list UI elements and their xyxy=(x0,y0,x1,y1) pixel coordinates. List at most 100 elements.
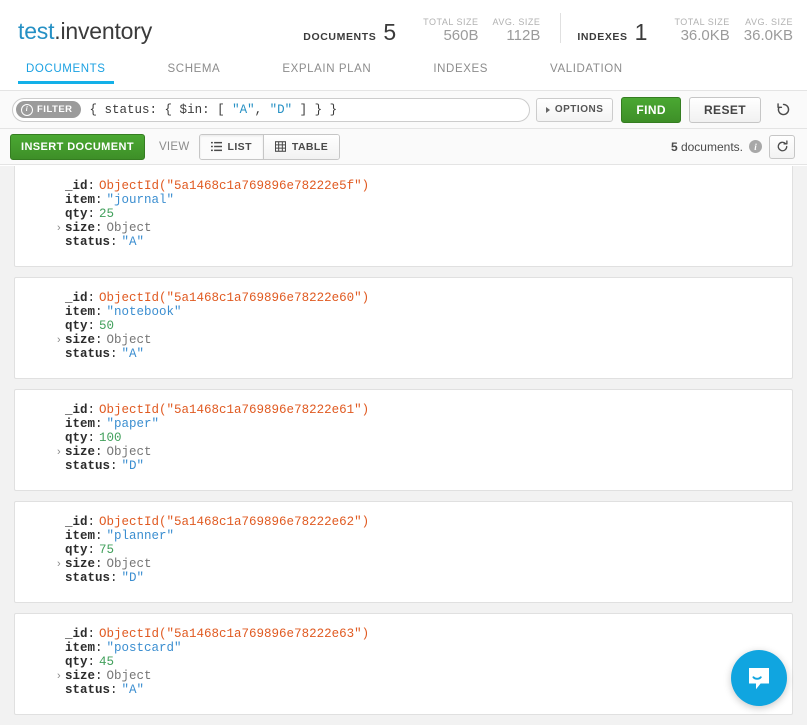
document-field: _id:ObjectId("5a1468c1a769896e78222e5f") xyxy=(15,179,792,193)
tab-documents[interactable]: DOCUMENTS xyxy=(26,63,106,83)
document-card[interactable]: _id:ObjectId("5a1468c1a769896e78222e61")… xyxy=(14,389,793,491)
chevron-right-icon[interactable]: › xyxy=(57,446,61,458)
document-field: status:"A" xyxy=(15,235,792,249)
document-field: ›size:Object xyxy=(15,445,792,459)
tab-explain-plan[interactable]: EXPLAIN PLAN xyxy=(282,63,371,83)
filter-input[interactable]: i FILTER { status: { $in: [ "A", "D" ] }… xyxy=(12,98,530,122)
insert-document-button[interactable]: INSERT DOCUMENT xyxy=(10,134,145,160)
field-value: Object xyxy=(107,221,152,235)
chevron-right-icon[interactable]: › xyxy=(57,558,61,570)
document-field: _id:ObjectId("5a1468c1a769896e78222e62") xyxy=(15,515,792,529)
find-button[interactable]: FIND xyxy=(621,97,681,123)
field-colon: : xyxy=(95,641,103,655)
tab-label: SCHEMA xyxy=(168,63,221,75)
field-value: ObjectId("5a1468c1a769896e78222e63") xyxy=(99,627,369,641)
field-colon: : xyxy=(95,669,103,683)
chat-bubble-icon xyxy=(745,664,773,692)
indexes-avg-size: AVG. SIZE 36.0KB xyxy=(744,16,793,44)
field-value: 75 xyxy=(99,543,114,557)
field-colon: : xyxy=(88,515,96,529)
documents-total-size: TOTAL SIZE 560B xyxy=(423,16,478,44)
tab-schema[interactable]: SCHEMA xyxy=(168,63,221,83)
indexes-total-size: TOTAL SIZE 36.0KB xyxy=(674,16,729,44)
document-field: status:"D" xyxy=(15,459,792,473)
chat-launcher-button[interactable] xyxy=(731,650,787,706)
field-colon: : xyxy=(95,305,103,319)
view-label: VIEW xyxy=(159,141,190,153)
filter-query-part: "A" xyxy=(232,103,255,117)
document-field: › size: Object xyxy=(15,669,792,683)
tab-validation[interactable]: VALIDATION xyxy=(550,63,623,83)
field-key: size xyxy=(65,221,95,235)
filter-query-text: { status: { $in: [ "A", "D" ] } } xyxy=(90,103,338,117)
document-card[interactable]: _id:ObjectId("5a1468c1a769896e78222e5f")… xyxy=(14,166,793,267)
field-colon: : xyxy=(88,627,96,641)
field-value: "D" xyxy=(122,459,145,473)
field-colon: : xyxy=(110,683,118,697)
field-colon: : xyxy=(95,529,103,543)
tab-label: DOCUMENTS xyxy=(26,63,106,75)
field-key: qty xyxy=(65,431,88,445)
field-key: _id xyxy=(65,291,88,305)
field-colon: : xyxy=(88,655,96,669)
chevron-right-icon[interactable]: › xyxy=(57,334,61,346)
field-value: 25 xyxy=(99,207,114,221)
field-key: _id xyxy=(65,627,88,641)
chevron-right-icon[interactable]: › xyxy=(57,222,61,234)
field-colon: : xyxy=(110,571,118,585)
field-key: size xyxy=(65,445,95,459)
options-button[interactable]: OPTIONS xyxy=(536,98,614,122)
field-key: item xyxy=(65,305,95,319)
refresh-button[interactable] xyxy=(769,135,795,159)
document-field: qty:45 xyxy=(15,655,792,669)
document-card[interactable]: _id:ObjectId("5a1468c1a769896e78222e62")… xyxy=(14,501,793,603)
field-value: ObjectId("5a1468c1a769896e78222e62") xyxy=(99,515,369,529)
field-value: "A" xyxy=(122,235,145,249)
document-count-number: 5 xyxy=(671,140,678,154)
document-card[interactable]: _id:ObjectId("5a1468c1a769896e78222e63")… xyxy=(14,613,793,715)
field-value: Object xyxy=(107,669,152,683)
document-field: item:"postcard" xyxy=(15,641,792,655)
collection-tabs: DOCUMENTS SCHEMA EXPLAIN PLAN INDEXES VALIDA… xyxy=(0,63,807,91)
field-key: status xyxy=(65,347,110,361)
field-colon: : xyxy=(88,207,96,221)
reset-button[interactable]: RESET xyxy=(689,97,761,123)
list-icon xyxy=(211,141,222,152)
filter-badge-label: FILTER xyxy=(37,104,73,115)
filter-badge: i FILTER xyxy=(16,101,81,118)
field-key: item xyxy=(65,417,95,431)
toolbar-right-group: 5 documents. i xyxy=(671,135,795,159)
tab-indexes[interactable]: INDEXES xyxy=(433,63,488,83)
documents-stats-group: DOCUMENTS 5 TOTAL SIZE 560B AVG. SIZE 11… xyxy=(303,16,540,44)
field-value: "planner" xyxy=(107,529,175,543)
documents-total-size-value: 560B xyxy=(423,28,478,44)
view-mode-list-label: LIST xyxy=(228,141,252,153)
documents-stat: DOCUMENTS 5 xyxy=(303,21,396,44)
field-key: size xyxy=(65,669,95,683)
filter-query-part: { status: { $in: [ xyxy=(90,103,233,117)
view-mode-table-label: TABLE xyxy=(292,141,328,153)
field-colon: : xyxy=(95,445,103,459)
field-key: item xyxy=(65,193,95,207)
field-colon: : xyxy=(88,431,96,445)
collection-header: test.inventory DOCUMENTS 5 TOTAL SIZE 56… xyxy=(0,0,807,63)
history-reset-icon[interactable] xyxy=(769,96,797,124)
view-mode-list[interactable]: LIST xyxy=(200,135,263,159)
document-count-text: documents. xyxy=(678,140,743,154)
chevron-right-icon[interactable]: › xyxy=(57,670,61,682)
filter-query-part: , xyxy=(255,103,270,117)
indexes-stat-value: 1 xyxy=(635,21,648,44)
view-mode-table[interactable]: TABLE xyxy=(263,135,339,159)
indexes-avg-size-value: 36.0KB xyxy=(744,28,793,44)
filter-query-part: "D" xyxy=(270,103,293,117)
document-field: ›size:Object xyxy=(15,221,792,235)
field-key: item xyxy=(65,641,95,655)
info-icon[interactable]: i xyxy=(749,140,762,153)
documents-avg-size-value: 112B xyxy=(493,28,541,44)
field-key: size xyxy=(65,557,95,571)
document-field: item:"planner" xyxy=(15,529,792,543)
caret-right-icon xyxy=(546,107,550,113)
document-card[interactable]: _id:ObjectId("5a1468c1a769896e78222e60")… xyxy=(14,277,793,379)
document-list: _id:ObjectId("5a1468c1a769896e78222e5f")… xyxy=(0,166,807,725)
filter-query-part: ] } } xyxy=(292,103,337,117)
